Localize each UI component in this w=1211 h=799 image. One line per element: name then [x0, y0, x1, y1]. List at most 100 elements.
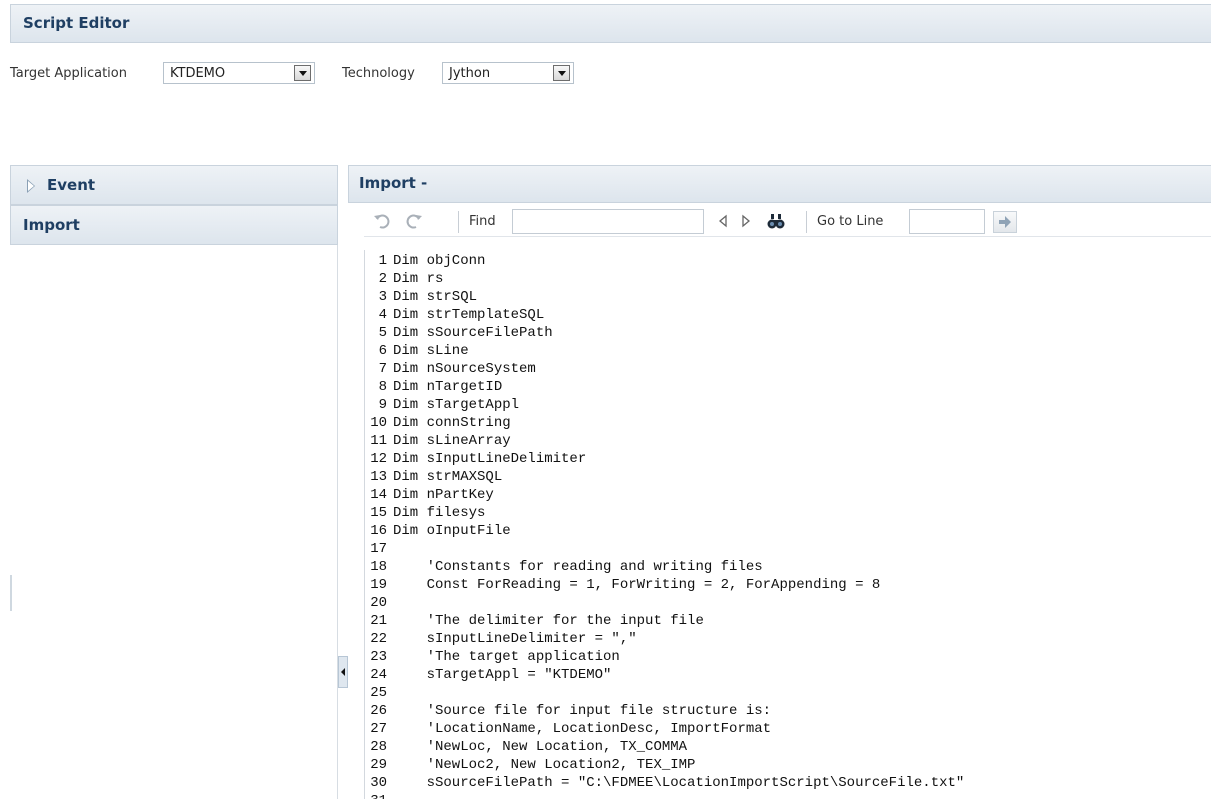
- code-line[interactable]: 20: [365, 594, 1211, 612]
- code-line[interactable]: 3 Dim strSQL: [365, 288, 1211, 306]
- disclosure-triangle-icon: [27, 179, 35, 193]
- line-number: 14: [370, 487, 387, 503]
- line-number: 16: [370, 523, 387, 539]
- code-line[interactable]: 9 Dim sTargetAppl: [365, 396, 1211, 414]
- code-text: Dim strSQL: [393, 289, 478, 305]
- code-line[interactable]: 31: [365, 792, 1211, 799]
- code-line[interactable]: 29 'NewLoc2, New Location2, TEX_IMP: [365, 756, 1211, 774]
- code-text: Dim objConn: [393, 253, 486, 269]
- code-line[interactable]: 27 'LocationName, LocationDesc, ImportFo…: [365, 720, 1211, 738]
- code-line[interactable]: 18 'Constants for reading and writing fi…: [365, 558, 1211, 576]
- code-text: Dim filesys: [393, 505, 486, 521]
- technology-label: Technology: [342, 66, 415, 81]
- code-line[interactable]: 4 Dim strTemplateSQL: [365, 306, 1211, 324]
- triangle-right-icon[interactable]: [735, 211, 755, 231]
- target-application-select[interactable]: KTDEMO: [163, 62, 315, 84]
- event-accordion-header[interactable]: Event: [10, 165, 338, 205]
- redo-icon[interactable]: [404, 211, 424, 231]
- code-line[interactable]: 7 Dim nSourceSystem: [365, 360, 1211, 378]
- code-text: 'LocationName, LocationDesc, ImportForma…: [393, 721, 772, 737]
- line-number: 5: [378, 325, 387, 341]
- target-application-label: Target Application: [10, 66, 127, 81]
- code-text: Dim sSourceFilePath: [393, 325, 553, 341]
- arrow-right-icon: [999, 216, 1011, 228]
- code-text: 'Source file for input file structure is…: [393, 703, 772, 719]
- code-line[interactable]: 1 Dim objConn: [365, 252, 1211, 270]
- code-line[interactable]: 22 sInputLineDelimiter = ",": [365, 630, 1211, 648]
- find-label: Find: [469, 214, 496, 229]
- left-panel: Event Import: [10, 165, 338, 799]
- code-text: Dim nSourceSystem: [393, 361, 536, 377]
- code-line[interactable]: 11 Dim sLineArray: [365, 432, 1211, 450]
- code-editor[interactable]: 1 Dim objConn 2 Dim rs 3 Dim strSQL 4 Dim strTe…: [364, 250, 1211, 799]
- code-line[interactable]: 8 Dim nTargetID: [365, 378, 1211, 396]
- code-line[interactable]: 24 sTargetAppl = "KTDEMO": [365, 666, 1211, 684]
- code-line[interactable]: 12 Dim sInputLineDelimiter: [365, 450, 1211, 468]
- code-text: 'NewLoc2, New Location2, TEX_IMP: [393, 757, 696, 773]
- code-text: Dim sInputLineDelimiter: [393, 451, 587, 467]
- line-number: 22: [370, 631, 387, 647]
- find-input[interactable]: [512, 209, 704, 234]
- code-line[interactable]: 26 'Source file for input file structure…: [365, 702, 1211, 720]
- editor-panel: Import - Find Go to Line 1 Dim objConn 2…: [348, 165, 1211, 799]
- toolbar-separator: [458, 211, 459, 233]
- line-number: 27: [370, 721, 387, 737]
- collapse-left-icon[interactable]: [338, 656, 348, 688]
- title-bar: Script Editor: [10, 4, 1211, 43]
- goto-line-label: Go to Line: [817, 214, 884, 229]
- line-number: 19: [370, 577, 387, 593]
- code-line[interactable]: 5 Dim sSourceFilePath: [365, 324, 1211, 342]
- import-accordion-header[interactable]: Import: [10, 205, 338, 245]
- line-number: 2: [378, 271, 387, 287]
- binoculars-icon[interactable]: [766, 211, 786, 231]
- editor-title: Import -: [359, 174, 428, 192]
- code-text: 'The target application: [393, 649, 620, 665]
- code-line[interactable]: 23 'The target application: [365, 648, 1211, 666]
- code-text: Dim oInputFile: [393, 523, 511, 539]
- line-number: 6: [378, 343, 387, 359]
- chevron-down-icon[interactable]: [294, 65, 311, 81]
- code-line[interactable]: 25: [365, 684, 1211, 702]
- line-number: 8: [378, 379, 387, 395]
- event-header-label: Event: [47, 176, 96, 194]
- line-number: 18: [370, 559, 387, 575]
- line-number: 29: [370, 757, 387, 773]
- target-application-value: KTDEMO: [170, 66, 226, 81]
- line-number: 21: [370, 613, 387, 629]
- code-line[interactable]: 28 'NewLoc, New Location, TX_COMMA: [365, 738, 1211, 756]
- code-line[interactable]: 16 Dim oInputFile: [365, 522, 1211, 540]
- code-line[interactable]: 10 Dim connString: [365, 414, 1211, 432]
- code-text: Dim connString: [393, 415, 511, 431]
- code-line[interactable]: 2 Dim rs: [365, 270, 1211, 288]
- chevron-down-icon[interactable]: [553, 65, 570, 81]
- line-number: 10: [370, 415, 387, 431]
- filter-row: Target Application KTDEMO Technology Jyt…: [0, 62, 1211, 86]
- code-line[interactable]: 21 'The delimiter for the input file: [365, 612, 1211, 630]
- code-line[interactable]: 17: [365, 540, 1211, 558]
- line-number: 11: [370, 433, 387, 449]
- code-line[interactable]: 14 Dim nPartKey: [365, 486, 1211, 504]
- line-number: 25: [370, 685, 387, 701]
- code-line[interactable]: 6 Dim sLine: [365, 342, 1211, 360]
- line-number: 9: [378, 397, 387, 413]
- code-line[interactable]: 13 Dim strMAXSQL: [365, 468, 1211, 486]
- code-line[interactable]: 19 Const ForReading = 1, ForWriting = 2,…: [365, 576, 1211, 594]
- code-text: Dim rs: [393, 271, 444, 287]
- import-header-label: Import: [23, 216, 80, 234]
- line-number: 28: [370, 739, 387, 755]
- goto-line-input[interactable]: [909, 209, 985, 234]
- code-line[interactable]: 30 sSourceFilePath = "C:\FDMEE\LocationI…: [365, 774, 1211, 792]
- technology-select[interactable]: Jython: [442, 62, 574, 84]
- code-text: sTargetAppl = "KTDEMO": [393, 667, 612, 683]
- goto-line-button[interactable]: [993, 211, 1017, 233]
- code-text: 'NewLoc, New Location, TX_COMMA: [393, 739, 688, 755]
- undo-icon[interactable]: [372, 211, 392, 231]
- line-number: 23: [370, 649, 387, 665]
- code-line[interactable]: 15 Dim filesys: [365, 504, 1211, 522]
- line-number: 17: [370, 541, 387, 557]
- line-number: 30: [370, 775, 387, 791]
- line-number: 1: [378, 253, 387, 269]
- line-number: 26: [370, 703, 387, 719]
- triangle-left-icon[interactable]: [714, 211, 734, 231]
- code-text: Dim nTargetID: [393, 379, 503, 395]
